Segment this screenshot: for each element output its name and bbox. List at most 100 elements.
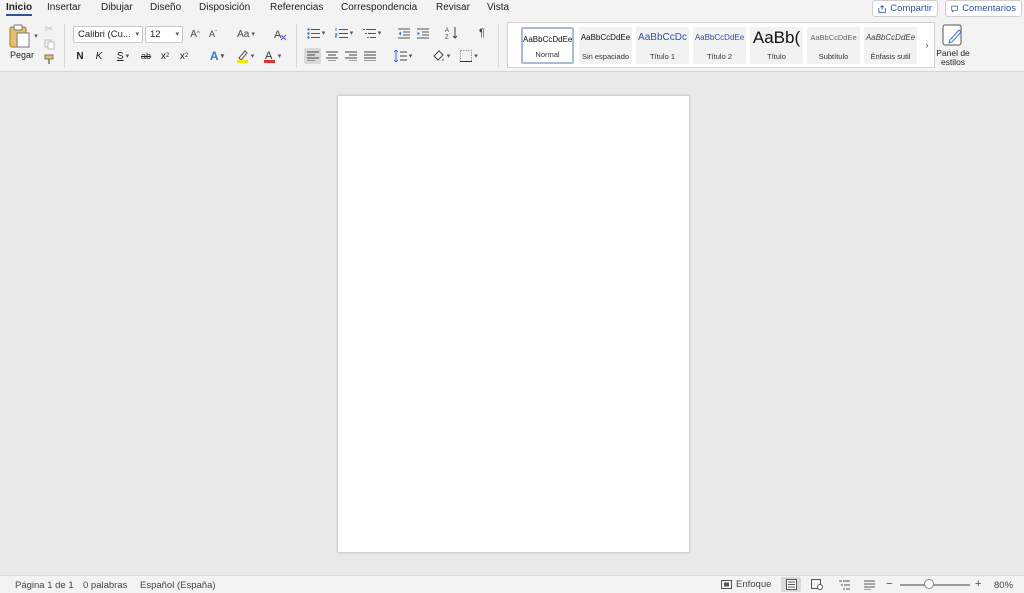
- show-formatting-icon: ¶: [479, 27, 485, 39]
- page-count[interactable]: Página 1 de 1: [15, 580, 74, 591]
- web-layout-icon: [811, 579, 823, 590]
- tab-disposicion[interactable]: Disposición: [199, 2, 250, 13]
- focus-icon: [721, 580, 732, 589]
- styles-pane-button[interactable]: [942, 23, 964, 47]
- justify-icon: [363, 51, 376, 61]
- style-titulo[interactable]: AaBb( Título: [750, 27, 803, 64]
- clear-formatting-button[interactable]: A: [272, 26, 288, 42]
- style-sin-espaciado[interactable]: AaBbCcDdEe Sin espaciado: [579, 27, 632, 64]
- focus-mode-button[interactable]: Enfoque: [721, 577, 773, 592]
- align-center-icon: [325, 51, 338, 61]
- comments-label: Comentarios: [962, 3, 1016, 14]
- chevron-down-icon: ▾: [135, 31, 139, 38]
- tab-referencias[interactable]: Referencias: [270, 2, 323, 13]
- strikethrough-button[interactable]: ab: [138, 49, 154, 63]
- paste-button[interactable]: ▾: [8, 22, 38, 50]
- change-case-button[interactable]: Aa ▾: [233, 27, 259, 41]
- font-size-combo[interactable]: 12 ▾: [145, 26, 183, 43]
- style-normal[interactable]: AaBbCcDdEe Normal: [521, 27, 574, 64]
- italic-button[interactable]: K: [92, 49, 106, 63]
- zoom-level[interactable]: 80%: [994, 580, 1013, 591]
- subscript-button[interactable]: x2: [158, 49, 172, 63]
- sort-icon: AZ: [445, 27, 458, 40]
- print-layout-button[interactable]: [781, 577, 801, 592]
- copy-icon: [44, 39, 54, 49]
- text-effects-icon: A: [209, 49, 219, 63]
- grow-font-button[interactable]: A ^: [188, 27, 202, 41]
- paste-dropdown-icon[interactable]: ▾: [34, 32, 38, 40]
- numbering-button[interactable]: ▾: [332, 26, 356, 40]
- gallery-more-button[interactable]: ›: [922, 37, 932, 53]
- shading-icon: [433, 49, 444, 61]
- style-titulo-1[interactable]: AaBbCcDc Título 1: [636, 27, 689, 64]
- outline-view-button[interactable]: [834, 577, 854, 592]
- language-indicator[interactable]: Español (España): [140, 580, 216, 591]
- align-left-button[interactable]: [304, 48, 321, 64]
- decrease-indent-button[interactable]: [397, 26, 411, 40]
- style-titulo-2[interactable]: AaBbCcDdEe Título 2: [693, 27, 746, 64]
- web-layout-button[interactable]: [807, 577, 827, 592]
- sort-button[interactable]: AZ: [444, 25, 460, 41]
- style-sample: AaBbCcDdEe: [694, 33, 745, 42]
- zoom-out-button[interactable]: −: [886, 578, 892, 590]
- tab-vista[interactable]: Vista: [487, 2, 509, 13]
- svg-text:A: A: [274, 29, 282, 41]
- superscript-button[interactable]: x2: [177, 49, 191, 63]
- tab-revisar[interactable]: Revisar: [436, 2, 470, 13]
- increase-indent-button[interactable]: [416, 26, 430, 40]
- shrink-font-button[interactable]: Aˇ: [206, 27, 220, 41]
- focus-label: Enfoque: [736, 579, 772, 590]
- styles-pane-label: Panel de estilos: [936, 48, 970, 67]
- font-color-button[interactable]: A ▾: [259, 48, 285, 64]
- style-subtitulo[interactable]: AaBbCcDdEe Subtítulo: [807, 27, 860, 64]
- chevron-down-icon: ▾: [349, 30, 354, 37]
- font-size-value: 12: [150, 29, 161, 40]
- draft-view-button[interactable]: [859, 577, 879, 592]
- zoom-in-button[interactable]: +: [975, 578, 981, 590]
- style-name: Normal: [535, 50, 560, 59]
- tab-diseno[interactable]: Diseño: [150, 2, 181, 13]
- underline-button[interactable]: S ▾: [111, 49, 135, 63]
- show-formatting-button[interactable]: ¶: [475, 26, 489, 40]
- tab-inicio[interactable]: Inicio: [6, 2, 33, 16]
- style-name: Título: [767, 52, 786, 61]
- italic-icon: K: [95, 50, 103, 62]
- styles-gallery: AaBbCcDdEe Normal AaBbCcDdEe Sin espacia…: [507, 22, 935, 68]
- justify-button[interactable]: [361, 48, 378, 64]
- style-sample: AaBbCcDdEe: [810, 33, 857, 42]
- status-bar: Página 1 de 1 0 palabras Español (España…: [0, 575, 1024, 593]
- highlight-button[interactable]: ▾: [233, 48, 257, 64]
- share-label: Compartir: [890, 3, 932, 14]
- paste-label: Pegar: [9, 50, 35, 60]
- tab-dibujar[interactable]: Dibujar: [101, 2, 133, 13]
- font-color-icon: A: [263, 50, 275, 63]
- borders-icon: [460, 50, 473, 62]
- multilevel-list-button[interactable]: ▾: [360, 26, 384, 40]
- chevron-down-icon: ▾: [175, 31, 179, 38]
- style-name: Sin espaciado: [581, 52, 630, 61]
- chevron-down-icon: ▾: [408, 53, 413, 60]
- align-center-button[interactable]: [323, 48, 340, 64]
- chevron-down-icon: ▾: [377, 30, 382, 37]
- bullets-button[interactable]: ▾: [304, 26, 328, 40]
- zoom-slider-thumb[interactable]: [924, 579, 934, 589]
- tab-insertar[interactable]: Insertar: [47, 2, 81, 13]
- document-page[interactable]: [337, 95, 690, 553]
- font-name-combo[interactable]: Calibri (Cu... ▾: [73, 26, 143, 43]
- share-button[interactable]: Compartir: [872, 0, 938, 17]
- word-count[interactable]: 0 palabras: [83, 580, 127, 591]
- style-enfasis-sutil[interactable]: AaBbCcDdEe Énfasis sutil: [864, 27, 917, 64]
- comments-button[interactable]: Comentarios: [945, 0, 1022, 17]
- format-painter-button[interactable]: [43, 53, 55, 65]
- strikethrough-icon: ab: [140, 51, 151, 61]
- text-effects-button[interactable]: A ▾: [205, 48, 229, 64]
- tab-correspondencia[interactable]: Correspondencia: [341, 2, 417, 13]
- line-spacing-button[interactable]: ▾: [390, 48, 416, 64]
- cut-button[interactable]: ✂: [43, 23, 55, 35]
- bold-button[interactable]: N: [73, 49, 87, 63]
- shading-button[interactable]: ▾: [429, 48, 453, 64]
- zoom-slider-track[interactable]: [900, 584, 970, 586]
- borders-button[interactable]: ▾: [456, 48, 482, 64]
- align-right-button[interactable]: [342, 48, 359, 64]
- copy-button[interactable]: [43, 38, 55, 50]
